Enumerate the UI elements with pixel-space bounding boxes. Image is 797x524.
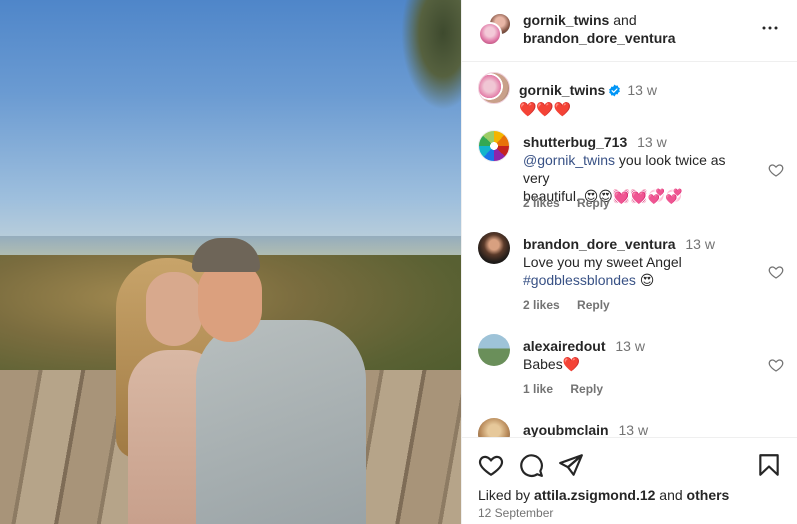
- comment-body: ayoubmclain 13 w: [523, 421, 755, 437]
- author-secondary-link[interactable]: brandon_dore_ventura: [523, 30, 675, 46]
- comment-reply-button[interactable]: Reply: [577, 196, 610, 210]
- photo-tree: [401, 0, 461, 110]
- like-button[interactable]: [478, 452, 504, 478]
- post-date[interactable]: 12 September: [478, 506, 553, 520]
- comment-like-button[interactable]: [768, 264, 784, 280]
- more-options-button[interactable]: [760, 18, 780, 38]
- comment-likes-count[interactable]: 2 likes: [523, 298, 560, 312]
- comment-like-button[interactable]: [768, 357, 784, 373]
- comment-reply-button[interactable]: Reply: [577, 298, 610, 312]
- comment-item: shutterbug_713 13 w @gornik_twins you lo…: [478, 124, 788, 220]
- comment-reply-button[interactable]: Reply: [570, 382, 603, 396]
- comment-hashtag-link[interactable]: #godblessblondes: [523, 272, 636, 288]
- heart-outline-icon: [768, 359, 784, 372]
- comment-username[interactable]: ayoubmclain: [523, 422, 609, 437]
- photo-man-body: [196, 320, 366, 524]
- comment-body: alexairedout 13 w Babes❤️: [523, 337, 755, 373]
- liked-by-prefix: Liked by: [478, 487, 535, 503]
- post-actions: Liked by attila.zsigmond.12 and others 1…: [462, 437, 797, 524]
- comment-time[interactable]: 13 w: [615, 338, 645, 354]
- photo-woman-face: [146, 272, 202, 346]
- comment-meta: 2 likes Reply: [523, 298, 624, 312]
- heart-outline-icon: [768, 266, 784, 279]
- liked-by-summary: Liked by attila.zsigmond.12 and others: [478, 486, 729, 504]
- comment-item: alexairedout 13 w Babes❤️ 1 like Reply: [478, 328, 788, 408]
- comment-time[interactable]: 13 w: [618, 422, 648, 437]
- comment-body: shutterbug_713 13 w @gornik_twins you lo…: [523, 133, 755, 205]
- comment-avatar[interactable]: [478, 418, 510, 437]
- avatar-primary[interactable]: [478, 22, 502, 46]
- comment-body: brandon_dore_ventura 13 w Love you my sw…: [523, 235, 755, 289]
- comment-time[interactable]: 13 w: [637, 134, 667, 150]
- comment-avatar[interactable]: [478, 130, 510, 162]
- liked-by-user-link[interactable]: attila.zsigmond.12: [534, 487, 655, 503]
- comment-text-emoji: 😍: [635, 272, 655, 288]
- more-horizontal-icon: [762, 26, 778, 30]
- verified-badge-icon: [609, 84, 621, 97]
- save-button[interactable]: [756, 452, 782, 478]
- bookmark-icon: [759, 454, 779, 476]
- comment-icon: [520, 454, 543, 477]
- heart-icon: [478, 455, 504, 477]
- comment-meta: 2 likes Reply: [523, 196, 624, 210]
- comment-likes-count[interactable]: 2 likes: [523, 196, 560, 210]
- caption-avatar[interactable]: [478, 72, 510, 104]
- comment-button[interactable]: [518, 452, 544, 478]
- share-button[interactable]: [558, 452, 584, 478]
- comment-text: Babes❤️: [523, 356, 581, 372]
- comment-likes-count[interactable]: 1 like: [523, 382, 553, 396]
- post-authors: gornik_twins and brandon_dore_ventura: [523, 11, 675, 47]
- comment-text: Love you my sweet Angel: [523, 254, 682, 270]
- author-joiner: and: [613, 12, 637, 28]
- comment-avatar[interactable]: [478, 232, 510, 264]
- comment-username[interactable]: shutterbug_713: [523, 134, 627, 150]
- comment-avatar[interactable]: [478, 334, 510, 366]
- liked-by-others-link[interactable]: others: [687, 487, 730, 503]
- comment-time[interactable]: 13 w: [685, 236, 715, 252]
- comment-like-button[interactable]: [768, 162, 784, 178]
- comments-list[interactable]: gornik_twins 13 w ❤️❤️❤️ shutterbug_713 1…: [462, 62, 797, 437]
- caption-username[interactable]: gornik_twins: [519, 82, 605, 98]
- caption-header: gornik_twins 13 w: [519, 81, 657, 99]
- post-photo[interactable]: [0, 0, 461, 524]
- post-header: gornik_twins and brandon_dore_ventura: [462, 0, 797, 62]
- post-side-panel: gornik_twins and brandon_dore_ventura go…: [461, 0, 797, 524]
- caption-text: ❤️❤️❤️: [519, 101, 572, 117]
- comment-item: ayoubmclain 13 w: [478, 412, 788, 437]
- comment-username[interactable]: brandon_dore_ventura: [523, 236, 675, 252]
- comment-mention-link[interactable]: @gornik_twins: [523, 152, 615, 168]
- share-icon: [559, 454, 583, 476]
- caption-time[interactable]: 13 w: [627, 82, 657, 98]
- comment-item: brandon_dore_ventura 13 w Love you my sw…: [478, 226, 788, 322]
- collab-avatars[interactable]: [478, 12, 514, 48]
- comment-meta: 1 like Reply: [523, 382, 617, 396]
- photo-man-face: [198, 262, 262, 342]
- heart-outline-icon: [768, 164, 784, 177]
- comment-username[interactable]: alexairedout: [523, 338, 605, 354]
- liked-by-joiner: and: [655, 487, 687, 503]
- author-primary-link[interactable]: gornik_twins: [523, 12, 609, 28]
